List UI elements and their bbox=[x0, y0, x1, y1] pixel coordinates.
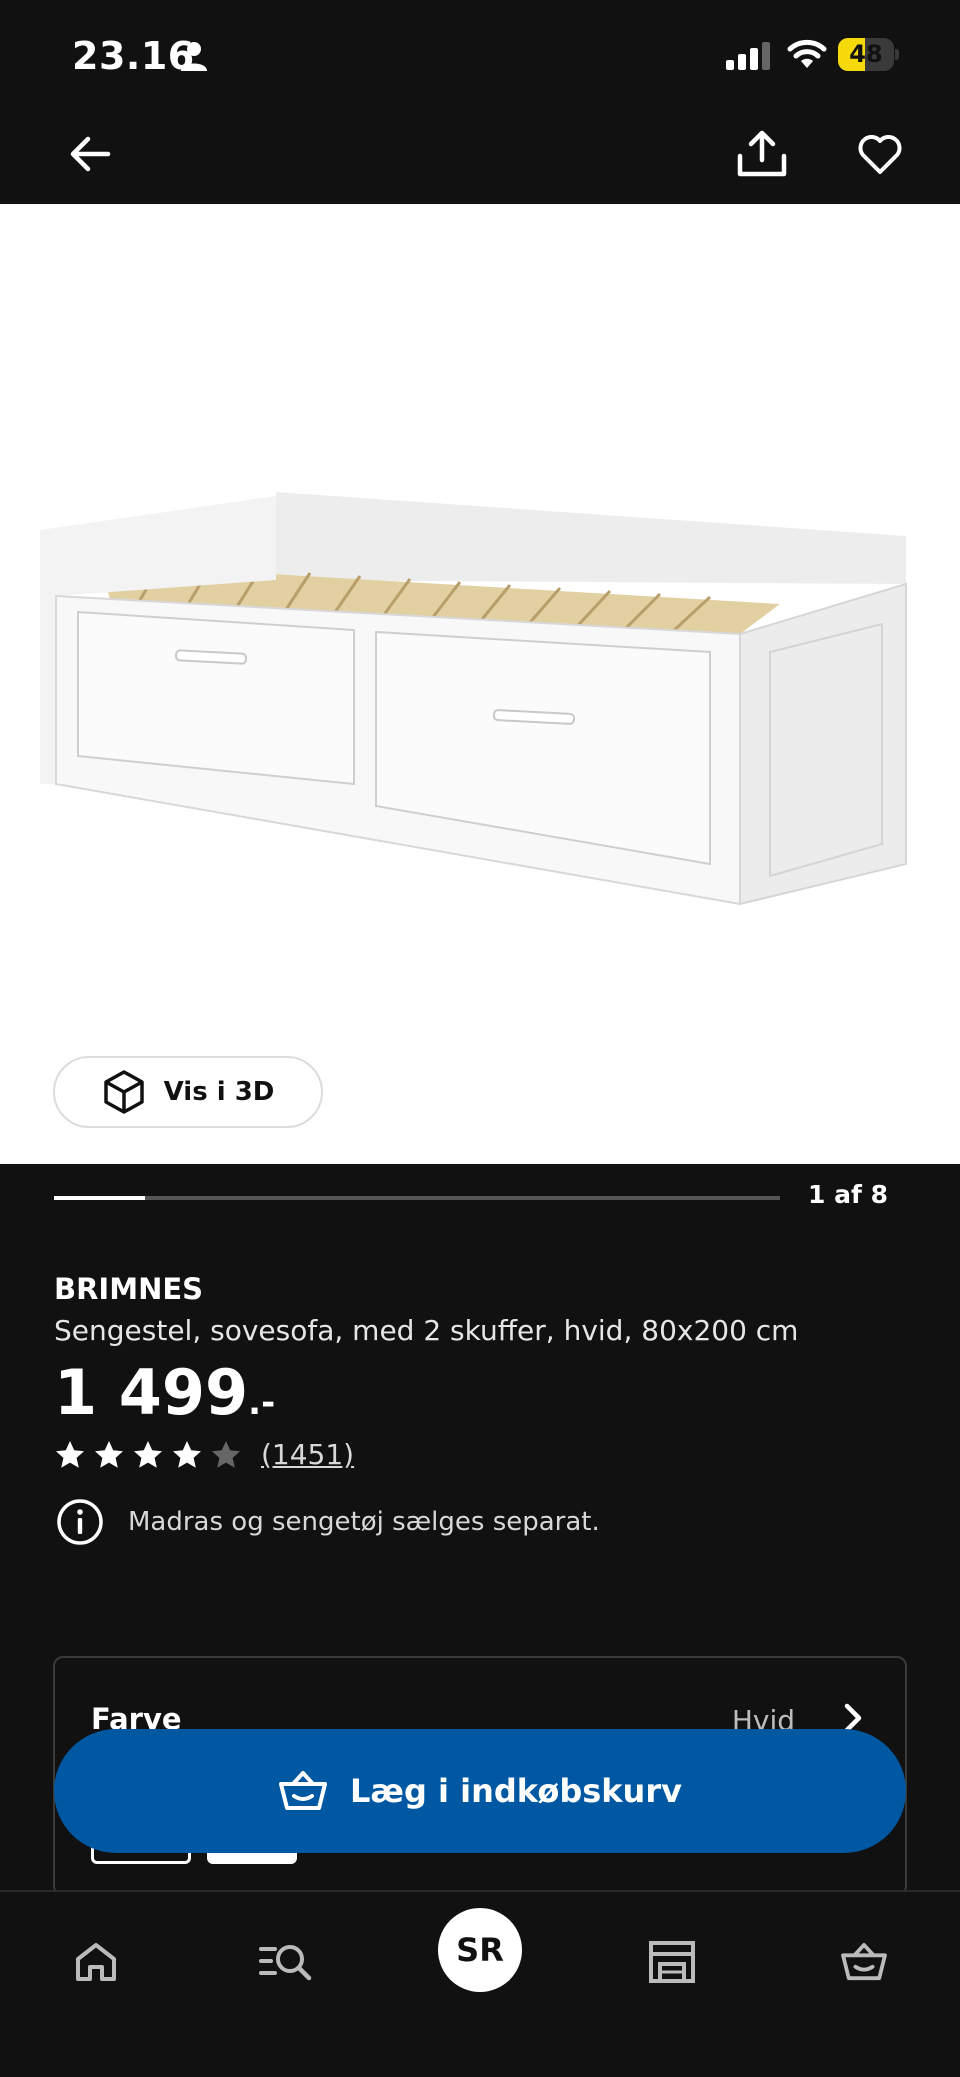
favorite-button[interactable] bbox=[848, 122, 912, 186]
search-list-icon bbox=[259, 1945, 312, 1981]
bottom-tab-bar: SR bbox=[0, 1890, 960, 2077]
heart-icon bbox=[858, 135, 902, 174]
back-button[interactable] bbox=[60, 124, 120, 184]
view-in-3d-label: Vis i 3D bbox=[163, 1077, 275, 1107]
star-filled-icon bbox=[173, 1440, 201, 1468]
status-time: 23.16 bbox=[72, 34, 195, 78]
home-icon bbox=[76, 1943, 116, 1981]
info-text: Madras og sengetøj sælges separat. bbox=[128, 1507, 600, 1537]
star-filled-icon bbox=[134, 1440, 162, 1468]
star-rating bbox=[54, 1439, 249, 1471]
signal-icon bbox=[726, 42, 770, 70]
rating-row[interactable]: (1451) bbox=[54, 1438, 354, 1471]
cart-icon bbox=[279, 1771, 328, 1810]
tab-home[interactable] bbox=[56, 1922, 136, 2002]
info-icon bbox=[57, 1499, 103, 1545]
add-to-cart-label: Læg i indkøbskurv bbox=[350, 1772, 682, 1810]
arrow-left-icon bbox=[70, 136, 111, 172]
review-count-link[interactable]: (1451) bbox=[261, 1438, 354, 1471]
star-empty-icon bbox=[212, 1440, 240, 1468]
person-icon bbox=[181, 42, 207, 71]
share-button[interactable] bbox=[730, 122, 794, 186]
price-suffix: .- bbox=[248, 1383, 276, 1423]
share-icon bbox=[737, 130, 787, 177]
product-image-gallery[interactable]: Vis i 3D bbox=[0, 204, 960, 1164]
battery-percentage: 48 bbox=[849, 40, 883, 68]
status-bar: 23.16 48 bbox=[0, 0, 960, 110]
store-icon bbox=[649, 1941, 695, 1983]
product-name: BRIMNES bbox=[54, 1272, 204, 1306]
cart-icon bbox=[841, 1942, 887, 1981]
battery-indicator: 48 bbox=[838, 38, 899, 71]
tab-stores[interactable] bbox=[632, 1922, 712, 2002]
view-in-3d-button[interactable]: Vis i 3D bbox=[53, 1056, 323, 1128]
price-amount: 1 499 bbox=[54, 1356, 249, 1429]
gallery-progress-bar bbox=[54, 1196, 780, 1200]
cube-3d-icon bbox=[103, 1070, 144, 1114]
tab-search[interactable] bbox=[246, 1922, 326, 2002]
star-filled-icon bbox=[56, 1440, 84, 1468]
add-to-cart-button[interactable]: Læg i indkøbskurv bbox=[54, 1729, 906, 1853]
gallery-progress-fill bbox=[54, 1196, 145, 1200]
image-counter: 1 af 8 bbox=[808, 1180, 888, 1209]
tab-cart[interactable] bbox=[824, 1922, 904, 2002]
top-nav-bar bbox=[0, 110, 960, 204]
info-notice: Madras og sengetøj sælges separat. bbox=[56, 1498, 600, 1546]
avatar-initials: SR bbox=[456, 1931, 504, 1969]
tab-profile-avatar[interactable]: SR bbox=[438, 1908, 522, 1992]
product-description: Sengestel, sovesofa, med 2 skuffer, hvid… bbox=[54, 1314, 799, 1347]
star-filled-icon bbox=[95, 1440, 123, 1468]
wifi-icon bbox=[787, 39, 827, 68]
product-image-daybed bbox=[40, 492, 907, 906]
product-price: 1 499.- bbox=[54, 1356, 275, 1429]
